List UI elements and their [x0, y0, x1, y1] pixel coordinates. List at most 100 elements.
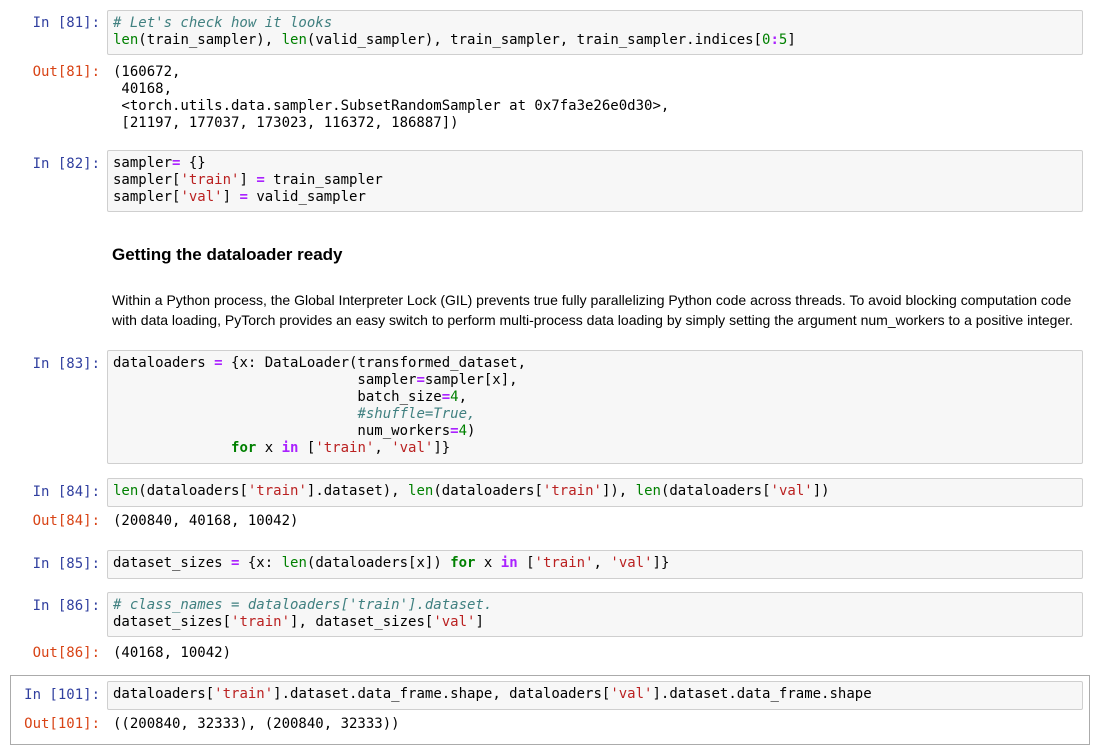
code-token: (dataloaders[ — [660, 483, 771, 499]
code-token: , — [593, 555, 611, 571]
code-token: , — [458, 389, 468, 405]
in-prompt-83: In [83]: — [32, 356, 100, 372]
code-comment: # Let's check how it looks — [113, 15, 333, 31]
code-token: {x: DataLoader(transformed_dataset, — [222, 355, 527, 371]
code-token: ]), — [601, 483, 636, 499]
in-prompt-84: In [84]: — [32, 484, 100, 500]
builtin-len: len — [281, 555, 307, 571]
code-string: 'train' — [315, 440, 375, 456]
code-operator: = — [256, 172, 265, 188]
code-comment: # class_names = dataloaders['train'].dat… — [113, 597, 493, 613]
code-operator: = — [214, 355, 223, 371]
code-keyword: in — [500, 555, 518, 571]
code-token: sampler — [113, 155, 173, 171]
code-operator: = — [450, 423, 459, 439]
builtin-len: len — [113, 483, 139, 499]
code-token: ] — [222, 189, 240, 205]
output-84: (200840, 40168, 10042) — [113, 513, 299, 529]
code-input-82[interactable]: sampler = {} sampler['train'] = train_sam… — [107, 150, 1083, 212]
code-keyword: for — [450, 555, 476, 571]
code-token: ], dataset_sizes[ — [290, 614, 434, 630]
code-token: dataloaders[ — [113, 686, 215, 702]
code-token: ].dataset.data_frame.shape, dataloaders[ — [273, 686, 611, 702]
builtin-len: len — [113, 32, 139, 48]
code-token: ].dataset), — [306, 483, 409, 499]
code-input-81[interactable]: # Let's check how it looks len(train_sam… — [107, 10, 1083, 55]
code-token: batch_size — [113, 389, 442, 405]
code-token: ) — [467, 423, 476, 439]
code-token: num_workers — [113, 423, 451, 439]
code-string: 'val' — [770, 483, 813, 499]
code-token: x — [256, 440, 282, 456]
code-token: ] — [787, 32, 796, 48]
code-token: (dataloaders[x]) — [306, 555, 451, 571]
output-86: (40168, 10042) — [113, 645, 232, 661]
code-token: x — [475, 555, 501, 571]
code-token: sampler — [113, 372, 417, 388]
out-prompt-84: Out[84]: — [32, 513, 100, 529]
code-operator: = — [416, 372, 425, 388]
code-token: valid_sampler — [247, 189, 366, 205]
code-token: dataset_sizes[ — [113, 614, 232, 630]
code-token: train_sampler — [264, 172, 383, 188]
code-token: sampler[x], — [424, 372, 518, 388]
code-string: 'train' — [534, 555, 594, 571]
code-token: {x: — [239, 555, 282, 571]
builtin-len: len — [635, 483, 661, 499]
code-input-85[interactable]: dataset_sizes = {x: len(dataloaders[x]) … — [107, 550, 1083, 579]
code-string: 'val' — [391, 440, 434, 456]
code-text-85: dataset_sizes = {x: len(dataloaders[x]) … — [113, 555, 669, 572]
in-prompt-85: In [85]: — [32, 556, 100, 572]
code-keyword: for — [231, 440, 257, 456]
code-token: [ — [517, 555, 535, 571]
code-text-81: # Let's check how it looks len(train_sam… — [113, 15, 796, 49]
code-token: (valid_sampler), train_sampler, train_sa… — [306, 32, 763, 48]
code-token: , — [374, 440, 392, 456]
output-81: (160672, 40168, <torch.utils.data.sample… — [113, 64, 670, 131]
code-text-82: sampler = {} sampler['train'] = train_sam… — [113, 155, 383, 206]
code-token: ] — [475, 614, 484, 630]
code-input-84[interactable]: len(dataloaders['train'].dataset), len(d… — [107, 478, 1083, 507]
builtin-len: len — [408, 483, 434, 499]
code-token: (dataloaders[ — [433, 483, 543, 499]
code-string: 'val' — [610, 686, 653, 702]
code-text-86: # class_names = dataloaders['train'].dat… — [113, 597, 492, 631]
in-prompt-101: In [101]: — [24, 687, 100, 703]
code-string: 'train' — [247, 483, 307, 499]
code-operator: : — [770, 32, 779, 48]
code-token: ].dataset.data_frame.shape — [652, 686, 872, 702]
out-prompt-101: Out[101]: — [24, 716, 100, 732]
code-string: 'train' — [231, 614, 291, 630]
code-keyword: in — [281, 440, 299, 456]
code-token: ] — [239, 172, 257, 188]
code-string: 'val' — [180, 189, 223, 205]
code-token: dataloaders — [113, 355, 215, 371]
code-input-83[interactable]: dataloaders = {x: DataLoader(transformed… — [107, 350, 1083, 464]
in-prompt-82: In [82]: — [32, 156, 100, 172]
code-string: 'train' — [180, 172, 240, 188]
code-number: 4 — [450, 389, 459, 405]
code-text-83: dataloaders = {x: DataLoader(transformed… — [113, 355, 526, 457]
markdown-heading: Getting the dataloader ready — [112, 245, 343, 264]
code-string: 'train' — [542, 483, 602, 499]
code-token: sampler[ — [113, 172, 181, 188]
code-operator: = — [239, 189, 248, 205]
code-token: [ — [298, 440, 316, 456]
code-input-101[interactable]: dataloaders['train'].dataset.data_frame.… — [107, 681, 1083, 710]
code-input-86[interactable]: # class_names = dataloaders['train'].dat… — [107, 592, 1083, 637]
code-token: ]} — [433, 440, 451, 456]
code-token: (dataloaders[ — [138, 483, 248, 499]
out-prompt-81: Out[81]: — [32, 64, 100, 80]
code-token: {} — [180, 155, 206, 171]
code-token: (train_sampler), — [138, 32, 282, 48]
markdown-paragraph: Within a Python process, the Global Inte… — [112, 292, 1074, 328]
code-number: 4 — [458, 423, 468, 439]
code-comment: #shuffle=True, — [357, 406, 476, 422]
code-token: dataset_sizes — [113, 555, 232, 571]
code-string: 'val' — [433, 614, 476, 630]
in-prompt-86: In [86]: — [32, 598, 100, 614]
code-token: sampler[ — [113, 189, 181, 205]
code-operator: = — [441, 389, 451, 405]
